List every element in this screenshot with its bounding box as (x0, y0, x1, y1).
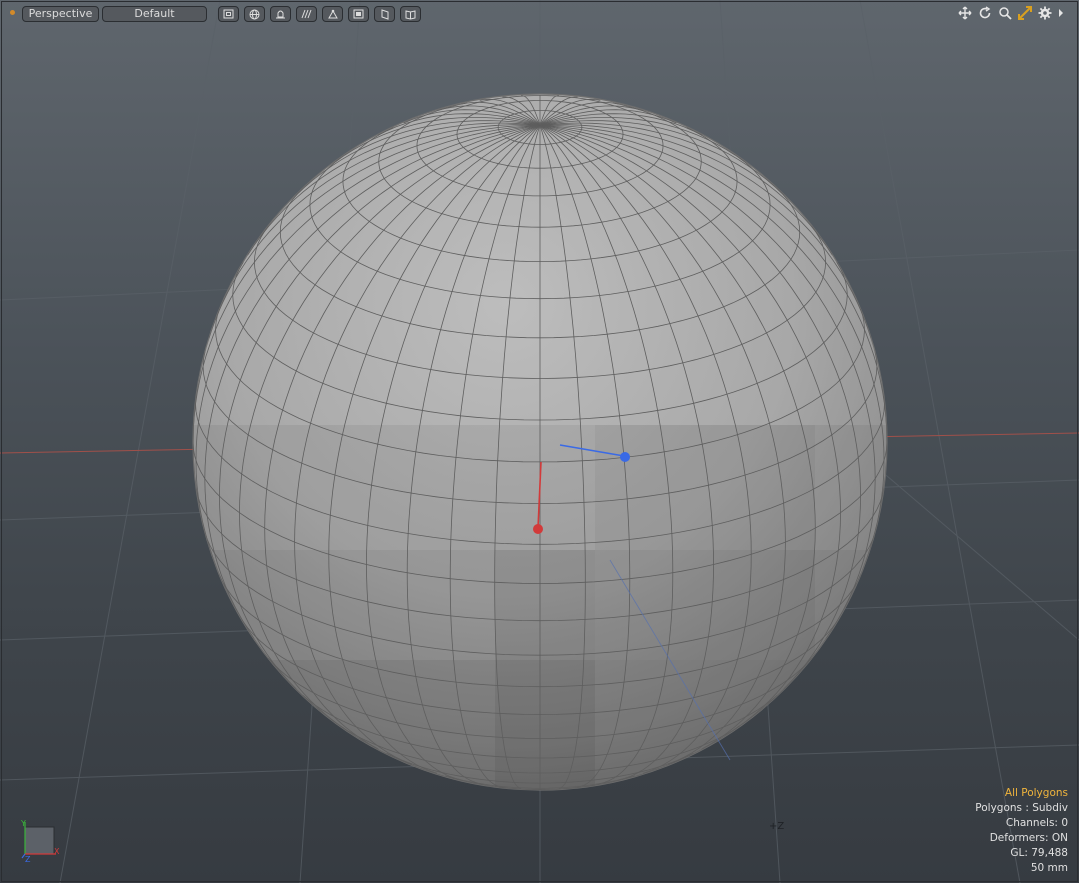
axis-y-label: Y (20, 819, 26, 828)
channels-info-text: Channels: 0 (1005, 817, 1068, 829)
backdrop-icon (353, 9, 364, 19)
selection-mode-text: All Polygons (1004, 787, 1068, 799)
light-icon (276, 10, 285, 19)
texture-icon (301, 9, 311, 19)
polygons-info-text: Polygons : Subdiv (975, 802, 1068, 814)
view-mode-label: Perspective (28, 7, 93, 20)
gizmo-z-handle[interactable] (620, 452, 630, 462)
viewport-navigation (953, 5, 1065, 21)
render-style-dropdown[interactable]: Default (102, 6, 207, 22)
fit-icon[interactable] (1017, 5, 1033, 21)
z-direction-label: +Z (769, 821, 785, 832)
gear-icon[interactable] (1037, 5, 1053, 21)
3d-viewport[interactable]: Perspective Default Y X Z +Z All Polygon… (0, 0, 1079, 883)
gl-info-text: GL: 79,488 (1010, 847, 1068, 859)
wireframe-toggle-icon (223, 9, 234, 19)
expand-arrow-icon[interactable] (1057, 5, 1065, 21)
backdrop-button[interactable] (348, 6, 369, 22)
shading-left-button[interactable] (374, 6, 395, 22)
view-mode-dropdown[interactable]: Perspective (22, 6, 99, 22)
viewport-info-overlay: All Polygons Polygons : Subdiv Channels:… (975, 786, 1068, 876)
orientation-axis-widget: Y X Z (20, 819, 60, 862)
shading-left-icon (381, 8, 388, 20)
gizmo-x-handle[interactable] (533, 524, 543, 534)
globe-icon (249, 9, 260, 19)
shading-book-icon (405, 9, 416, 20)
wireframe-toggle-button[interactable] (218, 6, 239, 22)
vertex-button[interactable] (322, 6, 343, 22)
viewport-toolbar: Perspective Default (0, 0, 1079, 26)
light-button[interactable] (270, 6, 291, 22)
zoom-icon[interactable] (997, 5, 1013, 21)
axis-x-label: X (54, 847, 60, 856)
globe-button[interactable] (244, 6, 265, 22)
view-option-buttons (218, 6, 426, 22)
vertex-icon (327, 9, 338, 19)
shading-book-button[interactable] (400, 6, 421, 22)
texture-button[interactable] (296, 6, 317, 22)
render-style-label: Default (134, 7, 175, 20)
viewport-scene[interactable] (0, 0, 1079, 883)
grid-size-text: 50 mm (1030, 862, 1068, 874)
axis-z-label: Z (25, 855, 31, 862)
sphere-mesh[interactable] (190, 93, 890, 800)
viewport-menu-dot[interactable] (10, 10, 15, 15)
rotate-icon[interactable] (977, 5, 993, 21)
deformers-info-text: Deformers: ON (989, 832, 1068, 844)
move-icon[interactable] (957, 5, 973, 21)
